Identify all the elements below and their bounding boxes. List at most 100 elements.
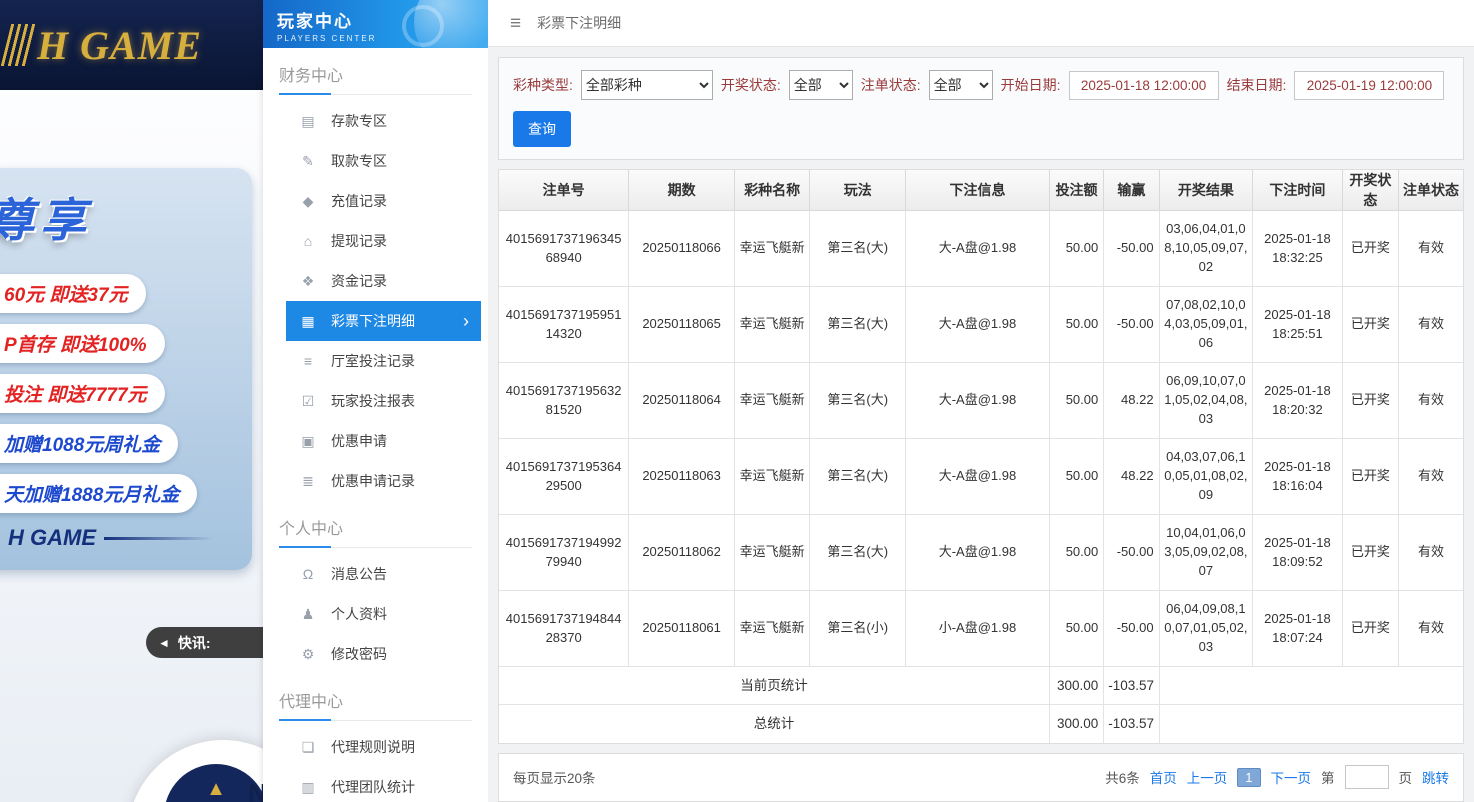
sidebar-subtitle: PLAYERS CENTER <box>277 34 377 43</box>
sidebar-item[interactable]: ◆ 充值记录 <box>263 181 488 221</box>
site-footer-logo: ▲ N <box>128 740 263 802</box>
table-cell: 04,03,07,06,10,05,01,08,02,09 <box>1158 438 1254 515</box>
sidebar-item[interactable]: ♟ 个人资料 <box>263 594 488 634</box>
table-cell: 幸运飞艇新 <box>733 286 811 363</box>
table-cell: 第三名(大) <box>809 438 907 515</box>
sidebar-item[interactable]: ☑ 玩家投注报表 <box>263 381 488 421</box>
table-cell: 幸运飞艇新 <box>733 438 811 515</box>
table-cell: -50.00 <box>1103 286 1160 363</box>
first-page-link[interactable]: 首页 <box>1150 767 1177 787</box>
start-date-label: 开始日期: <box>1000 77 1061 93</box>
app: H GAME 尊享 60元 即送37元 P首存 即送100% 投注 即送7777元加… <box>0 0 1474 802</box>
sidebar-item[interactable]: ❖ 资金记录 <box>263 261 488 301</box>
table-cell: 2025-01-18 18:09:52 <box>1252 514 1343 591</box>
background-site: H GAME 尊享 60元 即送37元 P首存 即送100% 投注 即送7777元加… <box>0 0 263 802</box>
table-cell: 2025-01-18 18:16:04 <box>1252 438 1343 515</box>
table-row: 401569173719634568940 20250118066 幸运飞艇新 第三名… <box>498 210 1464 287</box>
table-cell: 20250118064 <box>628 362 735 439</box>
bets-table: 注单号 期数 彩种名称 玩法 下注信息 投注额 输赢 开奖结果 下注时间 开奖状态 注单状态 401… <box>498 169 1464 743</box>
column-header: 开奖状态 <box>1341 169 1400 211</box>
sidebar-item-label: 资金记录 <box>331 273 387 289</box>
table-cell: 幸运飞艇新 <box>733 514 811 591</box>
promo-banner: 尊享 60元 即送37元 P首存 即送100% 投注 即送7777元加赠1088元周… <box>0 168 252 570</box>
table-cell: 第三名(大) <box>809 286 907 363</box>
table-cell: 大-A盘@1.98 <box>905 438 1050 515</box>
column-header: 开奖结果 <box>1158 169 1254 211</box>
table-cell: 大-A盘@1.98 <box>905 210 1050 287</box>
table-cell: 401569173719563281520 <box>498 362 630 439</box>
sidebar-item[interactable]: Ω 消息公告 <box>263 554 488 594</box>
sidebar-item-label: 个人资料 <box>331 606 387 622</box>
sidebar-item[interactable]: ▣ 优惠申请 <box>263 421 488 461</box>
table-cell: 50.00 <box>1048 286 1105 363</box>
brand-logo-icon <box>0 24 38 66</box>
sidebar-item[interactable]: ⚙ 修改密码 <box>263 634 488 674</box>
lottery-type-select[interactable]: 全部彩种 <box>580 70 713 100</box>
pagination-controls: 共6条 首页 上一页 1 下一页 第 页 跳转 <box>1105 765 1449 789</box>
table-cell: -50.00 <box>1103 514 1160 591</box>
news-label: 快讯: <box>177 634 211 651</box>
team-stats-icon: ▥ <box>301 778 315 795</box>
section-title: 财务中心 <box>279 62 472 95</box>
column-header: 彩种名称 <box>733 169 811 211</box>
speaker-icon: ◄ <box>158 635 170 650</box>
table-cell: 20250118066 <box>628 210 735 287</box>
sidebar-item-label: 存款专区 <box>331 113 387 129</box>
draw-status-select[interactable]: 全部 <box>788 70 853 100</box>
sidebar-item-label: 优惠申请 <box>331 433 387 449</box>
table-cell: 大-A盘@1.98 <box>905 286 1050 363</box>
total-count: 共6条 <box>1105 771 1140 786</box>
column-header: 注单号 <box>498 169 630 211</box>
sidebar-header: 玩家中心 PLAYERS CENTER <box>263 0 488 48</box>
table-cell: 20250118062 <box>628 514 735 591</box>
user-icon: ♟ <box>301 605 315 622</box>
table-cell: 已开奖 <box>1341 438 1400 515</box>
end-date-input[interactable] <box>1294 70 1445 100</box>
search-button[interactable]: 查询 <box>513 111 571 147</box>
table-cell: 2025-01-18 18:07:24 <box>1252 590 1343 667</box>
page-jump-input[interactable] <box>1344 765 1389 789</box>
start-date-input[interactable] <box>1068 70 1219 100</box>
recharge-record-icon: ◆ <box>302 192 314 209</box>
order-status-label: 注单状态: <box>860 77 921 93</box>
grand-summary-label: 总统计 <box>498 704 1050 743</box>
hall-bets-icon: ≡ <box>303 353 313 369</box>
order-status-select[interactable]: 全部 <box>928 70 993 100</box>
column-header: 下注时间 <box>1252 169 1343 211</box>
filter-panel: 彩种类型: 全部彩种 开奖状态: 全部 注单状态: 全部 开始日期: 结束日期:… <box>498 57 1464 160</box>
column-header: 输赢 <box>1103 169 1160 211</box>
section-title: 代理中心 <box>279 688 472 721</box>
sidebar-item[interactable]: ≡ 厅室投注记录 <box>263 341 488 381</box>
page-title: 彩票下注明细 <box>537 15 622 31</box>
page-summary-row: 当前页统计 300.00 -103.57 <box>498 666 1464 705</box>
prev-page-link[interactable]: 上一页 <box>1187 767 1228 787</box>
page-summary-label: 当前页统计 <box>498 666 1050 705</box>
sidebar-item[interactable]: ❏ 代理规则说明 <box>263 727 488 767</box>
brand-logo-text: H GAME <box>37 22 202 68</box>
next-page-link[interactable]: 下一页 <box>1271 767 1312 787</box>
table-cell: 有效 <box>1398 590 1464 667</box>
jump-button[interactable]: 跳转 <box>1422 767 1449 787</box>
sidebar-item[interactable]: ≣ 优惠申请记录 <box>263 461 488 501</box>
draw-status-label: 开奖状态: <box>720 77 781 93</box>
news-ticker: ◄ 快讯: <box>146 627 263 658</box>
table-cell: 大-A盘@1.98 <box>905 362 1050 439</box>
promo-pill: 加赠1088元周礼金 <box>0 424 179 463</box>
sidebar-item[interactable]: ✎ 取款专区 <box>263 141 488 181</box>
document-icon: ❏ <box>301 738 315 755</box>
sidebar-item[interactable]: ⌂ 提现记录 <box>263 221 488 261</box>
promo-brand-line: H GAME <box>8 525 252 551</box>
grand-summary-winloss: -103.57 <box>1103 704 1160 743</box>
table-cell: 401569173719499279940 <box>498 514 630 591</box>
sidebar-item[interactable]: ▥ 代理团队统计 <box>263 767 488 802</box>
table-cell: 幸运飞艇新 <box>733 210 811 287</box>
sidebar-item[interactable]: ▤ 存款专区 <box>263 101 488 141</box>
table-cell: 幸运飞艇新 <box>733 362 811 439</box>
table-cell: 第三名(大) <box>809 514 907 591</box>
table-row: 401569173719563281520 20250118064 幸运飞艇新 第三名… <box>498 362 1464 439</box>
bet-report-icon: ☑ <box>301 392 315 409</box>
promo-pill: P首存 即送100% <box>0 324 165 363</box>
promo-pill-list: 60元 即送37元 P首存 即送100% 投注 即送7777元 加赠1088元周礼金天… <box>0 274 252 513</box>
sidebar-item[interactable]: ▦ 彩票下注明细 › <box>286 301 481 341</box>
menu-toggle-icon[interactable]: ≡ <box>510 14 521 33</box>
